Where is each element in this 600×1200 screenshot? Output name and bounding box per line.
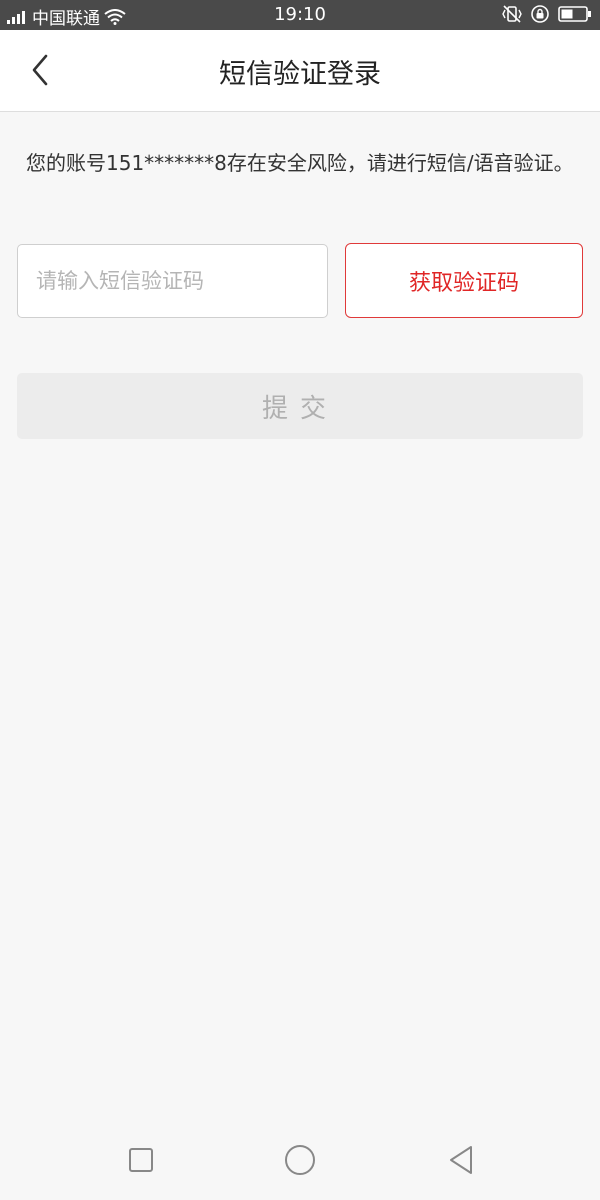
sms-code-input[interactable] [17, 244, 328, 318]
security-notice: 您的账号151*******8存在安全风险，请进行短信/语音验证。 [26, 151, 574, 175]
rotation-lock-icon [530, 4, 550, 24]
nav-bar [0, 1120, 600, 1200]
home-button[interactable] [280, 1140, 320, 1180]
submit-button[interactable]: 提交 [17, 373, 583, 439]
circle-icon [284, 1144, 316, 1176]
status-bar: 中国联通 19:10 [0, 0, 600, 30]
status-right [502, 4, 592, 24]
square-icon [128, 1147, 154, 1173]
header: 短信验证登录 [0, 30, 600, 112]
get-code-button[interactable]: 获取验证码 [345, 243, 583, 318]
vibrate-icon [502, 5, 522, 23]
recent-apps-button[interactable] [121, 1140, 161, 1180]
triangle-back-icon [447, 1145, 475, 1175]
back-nav-button[interactable] [441, 1140, 481, 1180]
page-title: 短信验证登录 [219, 59, 381, 90]
battery-icon [558, 5, 592, 23]
